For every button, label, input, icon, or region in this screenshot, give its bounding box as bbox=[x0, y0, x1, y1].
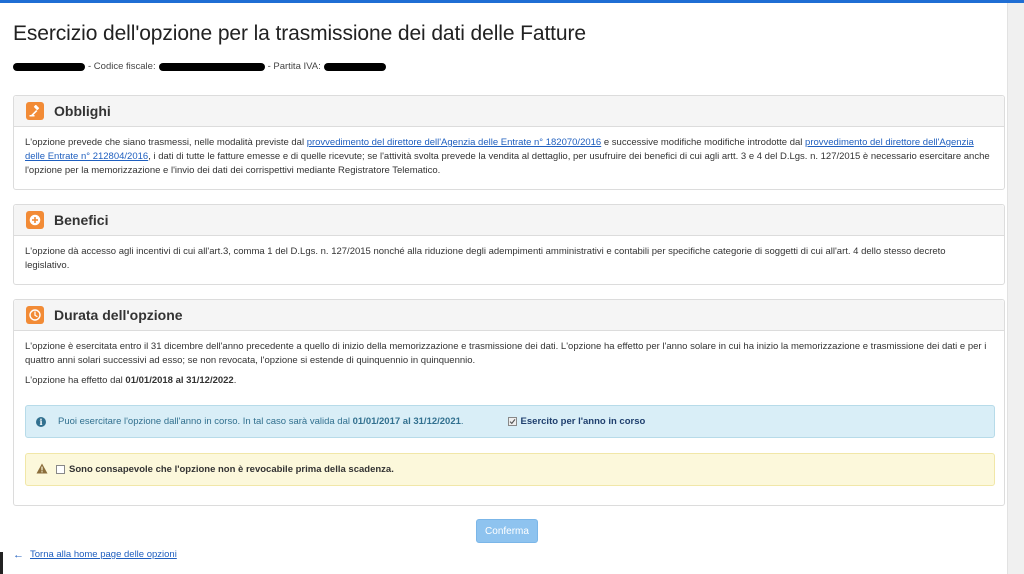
scrollbar-track[interactable] bbox=[1007, 3, 1024, 574]
effect-prefix: L'opzione ha effetto dal bbox=[25, 375, 126, 386]
clock-icon bbox=[26, 306, 44, 324]
benefici-panel: Benefici L'opzione dà accesso agli incen… bbox=[13, 204, 1005, 285]
benefici-header: Benefici bbox=[14, 205, 1004, 236]
acknowledge-checkbox[interactable] bbox=[56, 465, 65, 474]
effect-suffix: . bbox=[233, 375, 237, 386]
obblighi-text-part: e successive modifiche modifiche introdo… bbox=[601, 137, 806, 148]
obblighi-text-part: , i dati di tutte le fatture emesse e di… bbox=[25, 151, 990, 176]
acknowledge-label: Sono consapevole che l'opzione non è rev… bbox=[69, 464, 394, 475]
arrow-left-icon: ← bbox=[13, 548, 24, 561]
back-home-label[interactable]: Torna alla home page delle opzioni bbox=[30, 549, 177, 560]
plus-circle-icon bbox=[26, 211, 44, 229]
durata-header: Durata dell'opzione bbox=[14, 300, 1004, 331]
partita-iva-label: - Partita IVA: bbox=[267, 61, 321, 72]
durata-effect: L'opzione ha effetto dal 01/01/2018 al 3… bbox=[25, 374, 992, 388]
codice-fiscale-label: - Codice fiscale: bbox=[88, 61, 156, 72]
confirm-button[interactable]: Conferma bbox=[476, 519, 538, 543]
durata-panel: Durata dell'opzione L'opzione è esercita… bbox=[13, 299, 1005, 506]
warning-icon bbox=[36, 463, 48, 477]
info-prefix: Puoi esercitare l'opzione dall'anno in c… bbox=[58, 416, 353, 427]
obblighi-panel: Obblighi L'opzione prevede che siano tra… bbox=[13, 95, 1005, 190]
page-title: Esercizio dell'opzione per la trasmissio… bbox=[13, 22, 586, 45]
durata-text: L'opzione è esercitata entro il 31 dicem… bbox=[25, 341, 987, 366]
acknowledge-option[interactable]: Sono consapevole che l'opzione non è rev… bbox=[56, 464, 394, 475]
info-icon: i bbox=[36, 416, 46, 427]
info-suffix: . bbox=[460, 416, 464, 427]
redacted-partita-iva bbox=[323, 62, 386, 71]
obblighi-text-part: L'opzione prevede che siano trasmessi, n… bbox=[25, 137, 307, 148]
obblighi-body: L'opzione prevede che siano trasmessi, n… bbox=[14, 127, 1004, 186]
benefici-title: Benefici bbox=[54, 212, 109, 228]
back-home-link[interactable]: ← Torna alla home page delle opzioni bbox=[13, 549, 177, 560]
top-border bbox=[0, 0, 1024, 3]
redacted-codice-fiscale bbox=[158, 62, 265, 71]
info-alert: i Puoi esercitare l'opzione dall'anno in… bbox=[25, 405, 995, 438]
warning-alert: Sono consapevole che l'opzione non è rev… bbox=[25, 453, 995, 486]
left-edge-mark bbox=[0, 552, 3, 574]
current-year-option[interactable]: Esercito per l'anno in corso bbox=[507, 416, 646, 427]
taxpayer-identity: - Codice fiscale: - Partita IVA: bbox=[13, 61, 386, 72]
info-range: 01/01/2017 al 31/12/2021 bbox=[352, 416, 461, 427]
benefici-body: L'opzione dà accesso agli incentivi di c… bbox=[14, 236, 1004, 281]
current-year-checkbox[interactable] bbox=[507, 417, 517, 426]
current-year-label: Esercito per l'anno in corso bbox=[520, 416, 646, 427]
obblighi-text: L'opzione prevede che siano trasmessi, n… bbox=[25, 136, 992, 178]
benefici-text: L'opzione dà accesso agli incentivi di c… bbox=[25, 246, 946, 271]
durata-body: L'opzione è esercitata entro il 31 dicem… bbox=[14, 331, 1004, 396]
provvedimento-182070-link[interactable]: provvedimento del direttore dell'Agenzia… bbox=[307, 137, 602, 148]
obblighi-title: Obblighi bbox=[54, 103, 111, 119]
gavel-icon bbox=[26, 102, 44, 120]
obblighi-header: Obblighi bbox=[14, 96, 1004, 127]
redacted-name bbox=[13, 62, 85, 71]
info-text: Puoi esercitare l'opzione dall'anno in c… bbox=[58, 416, 464, 427]
effect-range: 01/01/2018 al 31/12/2022 bbox=[125, 375, 234, 386]
durata-title: Durata dell'opzione bbox=[54, 307, 183, 323]
